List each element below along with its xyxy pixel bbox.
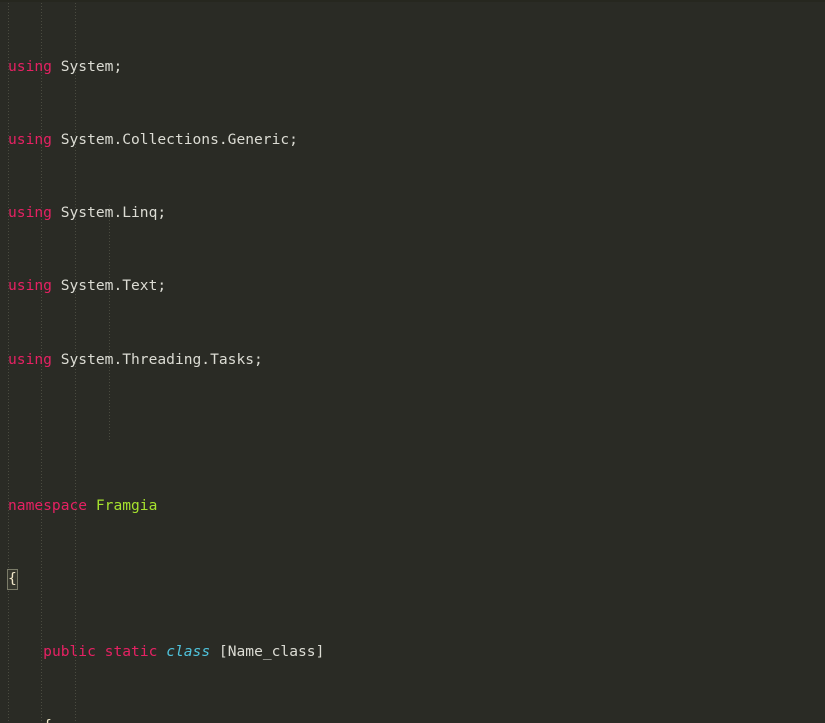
keyword-using: using	[8, 277, 52, 295]
class-name-placeholder: [Name_class]	[218, 643, 325, 661]
code-line-3: using System.Linq;	[8, 204, 825, 222]
code-line-2: using System.Collections.Generic;	[8, 131, 825, 149]
keyword-using: using	[8, 57, 52, 75]
code-content[interactable]: using System; using System.Collections.G…	[7, 3, 825, 723]
editor-top-edge	[0, 0, 825, 2]
namespace-ref: System.Threading.Tasks;	[51, 350, 263, 368]
keyword-static: static	[104, 643, 158, 661]
code-line-8: {	[7, 569, 825, 590]
code-editor[interactable]: using System; using System.Collections.G…	[0, 0, 825, 723]
namespace-open-brace: {	[7, 569, 18, 590]
namespace-ref: System.Linq;	[51, 204, 167, 222]
code-line-1: using System;	[8, 58, 825, 76]
class-open-brace: {	[8, 717, 52, 723]
keyword-namespace: namespace	[8, 497, 88, 515]
namespace-ref: System.Collections.Generic;	[51, 131, 298, 149]
keyword-using: using	[8, 350, 52, 368]
keyword-class: class	[166, 643, 211, 661]
code-line-6-blank	[8, 424, 825, 442]
namespace-ref: System.Text;	[51, 277, 167, 295]
keyword-public: public	[43, 643, 96, 661]
code-line-4: using System.Text;	[8, 277, 825, 295]
namespace-ref: System;	[51, 57, 123, 75]
keyword-using: using	[8, 131, 52, 149]
code-line-10: {	[8, 717, 825, 723]
code-line-7: namespace Framgia	[8, 497, 825, 515]
keyword-using: using	[8, 204, 52, 222]
namespace-name: Framgia	[95, 497, 158, 515]
code-line-5: using System.Threading.Tasks;	[8, 351, 825, 369]
code-line-9: public static class [Name_class]	[8, 643, 825, 661]
